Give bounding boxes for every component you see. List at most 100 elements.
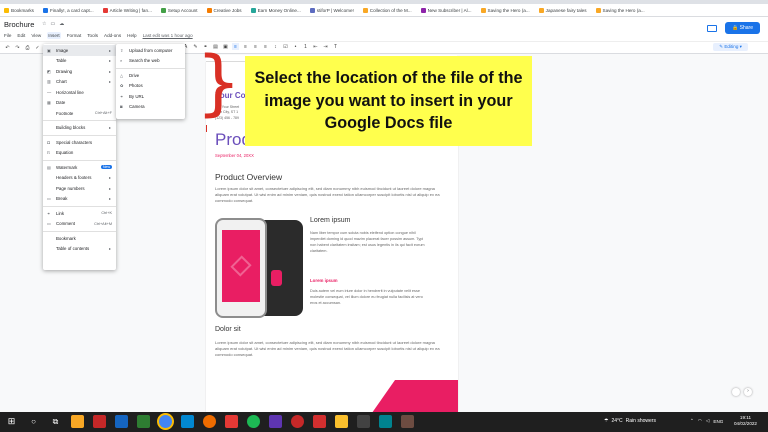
photos-item[interactable]: ✿ Photos: [116, 81, 185, 92]
spotify-icon[interactable]: [247, 415, 260, 428]
insert-table-of-contents-item[interactable]: Table of contents ▸: [43, 244, 116, 255]
menu-view[interactable]: View: [31, 33, 41, 38]
app-icon[interactable]: [225, 415, 238, 428]
chrome-icon[interactable]: [159, 415, 172, 428]
redo-icon[interactable]: ↷: [14, 44, 21, 51]
wifi-icon[interactable]: ◠: [698, 418, 702, 424]
checklist-icon[interactable]: ☑: [282, 43, 289, 50]
firefox-icon[interactable]: [203, 415, 216, 428]
editing-mode-dropdown[interactable]: ✎ Editing ▾: [713, 43, 748, 51]
camera-item[interactable]: ◙ Camera: [116, 102, 185, 113]
lorem-title: Lorem ipsum: [310, 217, 351, 224]
bookmark-item[interactable]: Saving the Hero (a...: [480, 7, 530, 13]
app-icon[interactable]: [115, 415, 128, 428]
bulleted-list-icon[interactable]: •: [292, 43, 299, 50]
align-right-icon[interactable]: ≡: [252, 43, 259, 50]
meet-icon[interactable]: [707, 24, 718, 32]
taskbar-clock[interactable]: 19:11 04/02/2022: [734, 415, 757, 426]
share-button[interactable]: 🔒 Share: [725, 22, 760, 34]
app-icon[interactable]: [313, 415, 326, 428]
line-spacing-icon[interactable]: ↕: [272, 43, 279, 50]
insert-special-characters-item[interactable]: Ω Special characters: [43, 137, 116, 148]
bookmark-item[interactable]: Finally!, a card capt...: [42, 7, 94, 13]
insert-footnote-item[interactable]: Footnote Ctrl+Alt+F: [43, 108, 116, 119]
move-folder-icon[interactable]: ▭: [50, 21, 55, 27]
expand-side-panel-icon[interactable]: ›: [744, 388, 752, 396]
last-edit-link[interactable]: Last edit was 1 hour ago: [143, 33, 193, 38]
insert-bookmark-item[interactable]: Bookmark: [43, 233, 116, 244]
cloud-saved-icon[interactable]: ☁: [59, 21, 64, 27]
upload-from-computer-item[interactable]: ⇧ Upload from computer: [116, 45, 185, 56]
page-icon: [420, 7, 426, 13]
bookmark-item[interactable]: Creative Jobs: [206, 7, 242, 13]
align-center-icon[interactable]: ≡: [242, 43, 249, 50]
drive-item[interactable]: △ Drive: [116, 70, 185, 81]
bookmark-item[interactable]: Collection of the M...: [362, 7, 412, 13]
insert-equation-item[interactable]: π Equation: [43, 148, 116, 159]
insert-table-item[interactable]: Table ▸: [43, 56, 116, 67]
app-icon[interactable]: [379, 415, 392, 428]
increase-indent-icon[interactable]: ⇥: [322, 43, 329, 50]
search-icon[interactable]: ○: [27, 415, 40, 428]
app-icon[interactable]: [137, 415, 150, 428]
insert-image-item[interactable]: ▣ Image ▸: [43, 45, 116, 56]
insert-headers-footers-item[interactable]: Headers & footers ▸: [43, 173, 116, 184]
spellcheck-icon[interactable]: ✓: [34, 44, 41, 51]
numbered-list-icon[interactable]: 1: [302, 43, 309, 50]
bookmark-item[interactable]: Article Writing | fan...: [102, 7, 152, 13]
phone-illustration: [215, 218, 303, 320]
bookmark-item[interactable]: stiforP | Welcome!: [309, 7, 354, 13]
menu-format[interactable]: Format: [67, 33, 82, 38]
app-icon[interactable]: [269, 415, 282, 428]
insert-building-blocks-item[interactable]: Building blocks ▸: [43, 123, 116, 134]
app-icon[interactable]: [357, 415, 370, 428]
link-icon: ⚭: [47, 210, 51, 216]
omega-icon: Ω: [47, 139, 51, 145]
bookmark-item[interactable]: Bookmarks: [4, 7, 34, 13]
bookmark-item[interactable]: Saving the Hero (a...: [595, 7, 645, 13]
chevron-up-icon[interactable]: ⌃: [690, 418, 694, 424]
undo-icon[interactable]: ↶: [4, 44, 11, 51]
bookmark-item[interactable]: Setup Account: [160, 7, 198, 13]
insert-chart-item[interactable]: ▥ Chart ▸: [43, 77, 116, 88]
app-icon[interactable]: [335, 415, 348, 428]
menu-edit[interactable]: Edit: [17, 33, 25, 38]
bookmark-item[interactable]: Earn Money Online...: [250, 7, 301, 13]
menu-help[interactable]: Help: [127, 33, 136, 38]
decrease-indent-icon[interactable]: ⇤: [312, 43, 319, 50]
clear-formatting-icon[interactable]: T: [332, 43, 339, 50]
bookmark-item[interactable]: New Subscriber | Al...: [420, 7, 472, 13]
insert-drawing-item[interactable]: ◩ Drawing ▸: [43, 66, 116, 77]
star-icon[interactable]: ☆: [42, 21, 46, 27]
insert-watermark-item[interactable]: ▤ Watermark New: [43, 162, 116, 173]
app-icon[interactable]: [181, 415, 194, 428]
app-icon[interactable]: [401, 415, 414, 428]
menu-insert[interactable]: Insert: [47, 32, 61, 39]
insert-link-item[interactable]: ⚭ Link Ctrl+K: [43, 208, 116, 219]
title-icons: ☆ ▭ ☁: [42, 21, 64, 27]
menu-file[interactable]: File: [4, 33, 11, 38]
comment-icon: ▭: [47, 221, 51, 227]
app-icon[interactable]: [93, 415, 106, 428]
insert-break-item[interactable]: ▭ Break ▸: [43, 194, 116, 205]
search-the-web-item[interactable]: ⌕ Search the web: [116, 56, 185, 67]
insert-page-numbers-item[interactable]: Page numbers ▸: [43, 183, 116, 194]
menu-addons[interactable]: Add-ons: [104, 33, 121, 38]
print-icon[interactable]: ⎙: [24, 44, 31, 51]
insert-comment-item[interactable]: ▭ Comment Ctrl+Alt+M: [43, 219, 116, 230]
menu-tools[interactable]: Tools: [87, 33, 98, 38]
windows-start-icon[interactable]: ⊞: [5, 415, 18, 428]
insert-horizontal-line-item[interactable]: — Horizontal line: [43, 87, 116, 98]
app-icon[interactable]: [291, 415, 304, 428]
bookmark-item[interactable]: Japanese fairy tales: [538, 7, 587, 13]
by-url-item[interactable]: ⚭ By URL: [116, 91, 185, 102]
insert-date-item[interactable]: ▦ Date: [43, 98, 116, 109]
language-indicator[interactable]: ENG: [713, 419, 723, 424]
weather-widget[interactable]: ☂ 24°C Rain showers: [604, 418, 656, 424]
task-view-icon[interactable]: ⧉: [49, 415, 62, 428]
file-explorer-icon[interactable]: [71, 415, 84, 428]
justify-icon[interactable]: ≡: [262, 43, 269, 50]
document-title[interactable]: Brochure: [4, 20, 34, 29]
explore-button[interactable]: [732, 388, 740, 396]
volume-icon[interactable]: ◁: [706, 418, 710, 424]
